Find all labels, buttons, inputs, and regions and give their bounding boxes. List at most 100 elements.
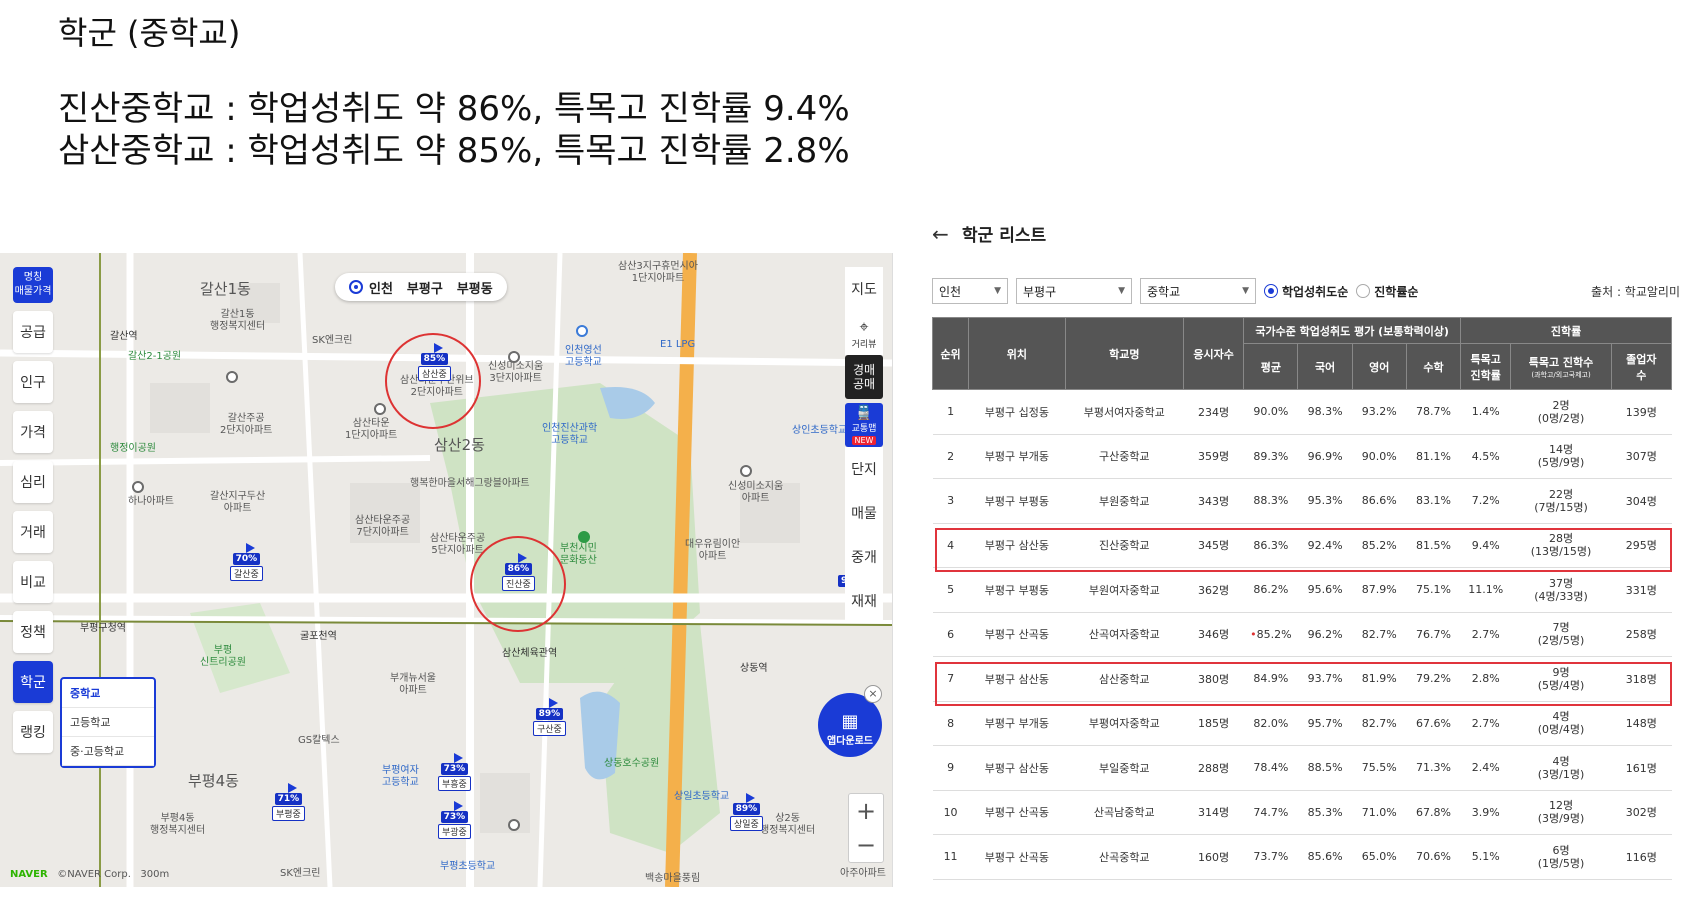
cell-special-rate: 2.7% (1460, 701, 1511, 746)
col-location: 위치 (968, 317, 1066, 390)
map-view[interactable]: 갈산1동 삼산2동 부평4동 삼산체육관역 부평구청역 굴포천역 상동역 갈산역… (0, 253, 893, 887)
sort-admission-radio[interactable]: 진학률순 (1356, 283, 1418, 300)
rail-item-sentiment[interactable]: 심리 (13, 461, 53, 503)
school-pin-name: 부평중 (272, 806, 305, 821)
cell-school: 산곡여자중학교 (1065, 612, 1184, 657)
chevron-down-icon: ▼ (1118, 286, 1125, 296)
table-row[interactable]: 11 부평구 산곡동 산곡중학교 160명 73.7% 85.6% 65.0% 70.6% 5.… (932, 834, 1672, 880)
rail-item-trade[interactable]: 거래 (13, 511, 53, 553)
special-count-total: 14명 (1548, 443, 1574, 457)
label-shinsung: 신성미소지움 3단지아파트 (488, 361, 544, 384)
label-hanaro: 하나아파트 (128, 496, 174, 507)
auction-button[interactable]: 경매 공매 (845, 355, 883, 399)
zoom-out-button[interactable]: − (856, 831, 876, 859)
label-baeksong: 백송마을풍림 (645, 873, 701, 884)
school-pin-gusan[interactable]: 89% 구산중 (533, 698, 566, 736)
table-row[interactable]: 8 부평구 부개동 부평여자중학교 185명 82.0% 95.7% 82.7% 67.6% 2… (932, 701, 1672, 746)
table-row[interactable]: 2 부평구 부개동 구산중학교 359명 89.3% 96.9% 90.0% 81.1% 4.5… (932, 434, 1672, 479)
menu-item-middle-high[interactable]: 중·고등학교 (62, 737, 154, 766)
zoom-in-button[interactable]: + (856, 797, 876, 825)
cell-takers: 362명 (1183, 567, 1244, 613)
label-samsan-town-e: 삼산타운 1단지아파트 (345, 418, 398, 441)
complex-button[interactable]: 단지 (845, 447, 883, 491)
school-pin-bupyeong[interactable]: 71% 부평중 (272, 783, 305, 821)
level-select[interactable]: 중학교 ▼ (1140, 278, 1256, 304)
back-arrow-icon[interactable]: ← (932, 222, 949, 246)
cell-korean: 96.9% (1297, 434, 1353, 479)
sort-achievement-radio[interactable]: 학업성취도순 (1264, 283, 1348, 300)
col-school: 학교명 (1064, 317, 1185, 390)
label-galsan2-park: 갈산2-1공원 (128, 351, 182, 362)
cell-special-count: 2명 (0명/2명) (1510, 389, 1612, 435)
label-haengbok: 행복한마을서해그랑블아파트 (410, 478, 530, 489)
school-pin-bugwang[interactable]: 73% 부광중 (438, 801, 471, 839)
table-row[interactable]: 3 부평구 부평동 부원중학교 343명 88.3% 95.3% 86.6% 83.1% 7.2… (932, 478, 1672, 524)
cell-location: 부평구 십정동 (968, 389, 1066, 435)
transit-map-button[interactable]: 🚆 교통맵 NEW (845, 403, 883, 447)
special-count-total: 37명 (1548, 576, 1574, 590)
cell-english: 87.9% (1352, 567, 1407, 613)
school-pin-name: 진산중 (502, 576, 535, 591)
rail-item-compare[interactable]: 비교 (13, 561, 53, 603)
table-row[interactable]: 5 부평구 부평동 부원여자중학교 362명 86.2% 95.6% 87.9% 75.1% 1… (932, 567, 1672, 613)
cell-school: 산곡중학교 (1065, 834, 1184, 880)
flag-icon (287, 783, 297, 793)
flag-icon (548, 698, 558, 708)
rail-item-population[interactable]: 인구 (13, 361, 53, 403)
school-pin-sangil[interactable]: 89% 상일중 (730, 793, 763, 831)
close-icon[interactable]: × (864, 685, 882, 703)
city-select[interactable]: 인천 ▼ (932, 278, 1008, 304)
rail-item-ranking[interactable]: 랭킹 (13, 711, 53, 753)
cell-takers: 288명 (1183, 745, 1244, 791)
school-pin-buheung[interactable]: 73% 부흥중 (438, 753, 471, 791)
scale-bar: 300m (140, 869, 170, 880)
rail-item-supply[interactable]: 공급 (13, 311, 53, 353)
summary: 진산중학교 : 학업성취도 약 86%, 특목고 진학률 9.4% 삼산중학교 … (58, 88, 850, 172)
special-count-total: 2명 (1552, 398, 1570, 412)
cell-special-count: 37명 (4명/33명) (1510, 567, 1612, 613)
cell-korean: 85.6% (1297, 834, 1353, 880)
name-price-toggle[interactable]: 명칭 매물가격 (13, 267, 53, 303)
label-samsan2: 삼산2동 (434, 436, 485, 454)
rail-item-price[interactable]: 가격 (13, 411, 53, 453)
flag-icon (453, 801, 463, 811)
table-row[interactable]: 9 부평구 삼산동 부일중학교 288명 78.4% 88.5% 75.5% 71.3% 2.4… (932, 745, 1672, 791)
listing-button[interactable]: 매물 (845, 491, 883, 535)
menu-item-high[interactable]: 고등학교 (62, 708, 154, 737)
district-select[interactable]: 부평구 ▼ (1016, 278, 1132, 304)
cell-special-rate: 4.5% (1460, 434, 1511, 479)
streetview-icon: ⌖ (859, 316, 869, 336)
cell-special-count: 4명 (0명/4명) (1510, 701, 1612, 746)
breadcrumb-dong[interactable]: 부평동 (457, 278, 493, 297)
cell-avg: 74.7% (1243, 790, 1298, 835)
redevelop-button[interactable]: 재재 (845, 579, 883, 623)
map-button[interactable]: 지도 (845, 267, 883, 311)
locate-icon[interactable] (349, 280, 363, 294)
menu-item-middle[interactable]: 중학교 (62, 679, 154, 708)
school-pin-galsan[interactable]: 70% 갈산중 (230, 543, 263, 581)
streetview-button[interactable]: ⌖ 거리뷰 (845, 311, 883, 355)
group-admission: 진학률 (1460, 317, 1672, 344)
school-pin-jinsan[interactable]: 86% 진산중 (502, 553, 535, 591)
school-table: 순위 위치 학교명 응시자수 국가수준 학업성취도 평가 (보통학력이상) 진학… (931, 317, 1673, 880)
breadcrumb-city[interactable]: 인천 (369, 278, 393, 297)
col-takers: 응시자수 (1182, 317, 1245, 390)
highlight-row-jinsan (935, 528, 1672, 572)
school-pin-pct: 70% (232, 553, 261, 565)
broker-button[interactable]: 중개 (845, 535, 883, 579)
label-bupyeong4: 부평4동 (188, 772, 239, 790)
school-pin-samsan[interactable]: 85% 삼산중 (418, 343, 451, 381)
rail-item-school[interactable]: 학군 (13, 661, 53, 703)
cell-school: 구산중학교 (1065, 434, 1184, 479)
label-bugae-seoul: 부개뉴서울 아파트 (390, 673, 436, 696)
breadcrumb-district[interactable]: 부평구 (407, 278, 443, 297)
label-samsan-gym-station: 삼산체육관역 (502, 648, 558, 659)
rail-item-policy[interactable]: 정책 (13, 611, 53, 653)
table-row[interactable]: 1 부평구 십정동 부평서여자중학교 234명 90.0% 98.3% 93.2% 78.7%… (932, 389, 1672, 435)
location-breadcrumb[interactable]: 인천 부평구 부평동 (335, 273, 507, 301)
cell-takers: 234명 (1183, 389, 1244, 435)
table-row[interactable]: 10 부평구 산곡동 산곡남중학교 314명 74.7% 85.3% 71.0% 67.8% 3… (932, 790, 1672, 835)
school-pin-name: 삼산중 (418, 366, 451, 381)
table-row[interactable]: 6부평구 산곡동산곡여자중학교346명85.2%96.2%82.7%76.7%2… (932, 612, 1672, 657)
group-achievement: 국가수준 학업성취도 평가 (보통학력이상) (1243, 317, 1462, 344)
